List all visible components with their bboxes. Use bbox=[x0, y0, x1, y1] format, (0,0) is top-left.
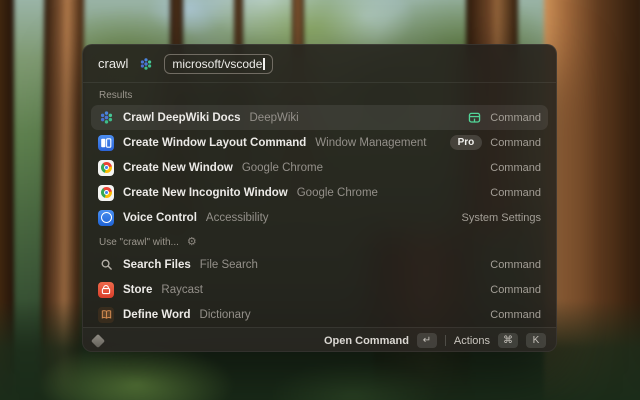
result-type: Command bbox=[490, 187, 541, 199]
result-type: Command bbox=[490, 137, 541, 149]
pro-badge: Pro bbox=[450, 135, 483, 150]
result-title: Create New Window bbox=[123, 162, 233, 174]
result-row-store[interactable]: Store Raycast Command bbox=[91, 277, 548, 302]
result-title: Store bbox=[123, 284, 152, 296]
result-type: Command bbox=[490, 284, 541, 296]
result-subtitle: Window Management bbox=[315, 137, 426, 149]
gear-icon[interactable]: ⚙ bbox=[187, 237, 197, 248]
desktop: crawl microsoft/vscode Results bbox=[0, 0, 640, 400]
result-type: Command bbox=[490, 112, 541, 124]
results-section-header: Results bbox=[83, 83, 556, 105]
result-type: Command bbox=[490, 162, 541, 174]
text-cursor bbox=[263, 58, 265, 70]
result-row-define-word[interactable]: Define Word Dictionary Command bbox=[91, 302, 548, 327]
result-title: Crawl DeepWiki Docs bbox=[123, 112, 241, 124]
dictionary-icon bbox=[98, 307, 114, 323]
result-row-crawl-deepwiki-docs[interactable]: Crawl DeepWiki Docs DeepWiki Command bbox=[91, 105, 548, 130]
deepwiki-docs-icon bbox=[467, 110, 482, 125]
result-title: Create Window Layout Command bbox=[123, 137, 306, 149]
search-input[interactable]: crawl bbox=[98, 56, 128, 71]
result-subtitle: Raycast bbox=[161, 284, 203, 296]
result-subtitle: File Search bbox=[200, 259, 258, 271]
raycast-window: crawl microsoft/vscode Results bbox=[82, 44, 557, 352]
result-row-search-files[interactable]: Search Files File Search Command bbox=[91, 252, 548, 277]
result-row-create-new-incognito-window[interactable]: Create New Incognito Window Google Chrom… bbox=[91, 180, 548, 205]
k-keycap: K bbox=[526, 333, 546, 348]
result-row-voice-control[interactable]: Voice Control Accessibility System Setti… bbox=[91, 205, 548, 230]
action-bar: Open Command ↵ Actions ⌘ K bbox=[83, 327, 556, 352]
result-title: Create New Incognito Window bbox=[123, 187, 288, 199]
result-type: Command bbox=[490, 259, 541, 271]
magnifier-icon bbox=[98, 257, 114, 273]
enter-keycap: ↵ bbox=[417, 333, 437, 348]
chrome-icon bbox=[98, 160, 114, 176]
result-subtitle: DeepWiki bbox=[250, 112, 299, 124]
result-type: System Settings bbox=[462, 212, 541, 224]
actions-button[interactable]: Actions bbox=[454, 335, 490, 347]
use-with-section-header: Use "crawl" with... ⚙ bbox=[83, 230, 556, 252]
result-subtitle: Google Chrome bbox=[297, 187, 378, 199]
voice-control-icon bbox=[98, 210, 114, 226]
result-subtitle: Dictionary bbox=[200, 309, 251, 321]
results-label: Results bbox=[99, 90, 132, 101]
raycast-logo-icon bbox=[91, 333, 105, 347]
result-title: Search Files bbox=[123, 259, 191, 271]
result-row-create-window-layout[interactable]: Create Window Layout Command Window Mana… bbox=[91, 130, 548, 155]
result-subtitle: Accessibility bbox=[206, 212, 269, 224]
cmd-keycap: ⌘ bbox=[498, 333, 518, 348]
argument-value: microsoft/vscode bbox=[172, 57, 262, 71]
window-layout-icon bbox=[98, 135, 114, 151]
deepwiki-icon bbox=[138, 56, 154, 72]
store-icon bbox=[98, 282, 114, 298]
search-bar[interactable]: crawl microsoft/vscode bbox=[83, 45, 556, 82]
deepwiki-icon bbox=[98, 110, 114, 126]
result-title: Voice Control bbox=[123, 212, 197, 224]
result-subtitle: Google Chrome bbox=[242, 162, 323, 174]
open-command-button[interactable]: Open Command bbox=[324, 335, 409, 347]
result-row-create-new-window[interactable]: Create New Window Google Chrome Command bbox=[91, 155, 548, 180]
footer-divider bbox=[445, 335, 446, 346]
result-title: Define Word bbox=[123, 309, 191, 321]
argument-field[interactable]: microsoft/vscode bbox=[164, 54, 273, 74]
chrome-icon bbox=[98, 185, 114, 201]
result-type: Command bbox=[490, 309, 541, 321]
use-with-label: Use "crawl" with... bbox=[99, 237, 179, 248]
